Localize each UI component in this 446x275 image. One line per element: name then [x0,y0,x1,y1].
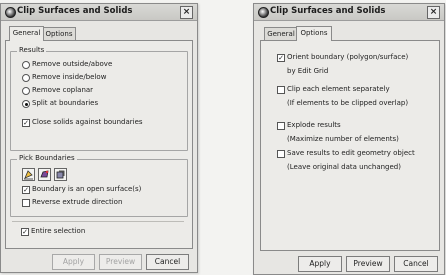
checkbox-label: Explode results [287,121,341,129]
dialog-title: Clip Surfaces and Solids [17,6,133,16]
option-subtext: by Edit Grid [287,67,329,75]
checkbox-label: Reverse extrude direction [32,198,123,206]
close-button[interactable]: × [427,6,440,19]
separator [12,221,184,222]
checkbox-label: Orient boundary (polygon/surface) [287,53,409,61]
checkbox-label: Close solids against boundaries [32,118,143,126]
options-panel: ✓ Orient boundary (polygon/surface) by E… [260,40,440,251]
results-group: Results Remove outside/above Remove insi… [10,46,188,151]
clip-dialog-general: Clip Surfaces and Solids × General Optio… [0,3,198,273]
checkbox-label: Entire selection [31,227,86,235]
title-bar[interactable]: Clip Surfaces and Solids × [254,4,444,21]
preview-button[interactable]: Preview [346,256,390,272]
tab-options[interactable]: Options [42,27,76,41]
preview-button[interactable]: Preview [99,254,142,270]
checkbox[interactable]: ✓ [22,186,30,194]
pick-surface-icon[interactable] [22,168,35,181]
cancel-button[interactable]: Cancel [146,254,189,270]
checkbox[interactable] [277,150,285,158]
pick-solid-icon[interactable] [38,168,51,181]
radio-button[interactable] [22,87,30,95]
checkbox[interactable] [277,86,285,94]
close-button[interactable]: × [180,6,193,19]
title-bar[interactable]: Clip Surfaces and Solids × [1,4,197,21]
radio-button[interactable] [22,74,30,82]
tab-general[interactable]: General [264,27,298,41]
checkbox-label: Clip each element separately [287,85,390,93]
option-subtext: (If elements to be clipped overlap) [287,99,409,107]
option-subtext: (Maximize number of elements) [287,135,399,143]
radio-label: Split at boundaries [32,99,99,107]
checkbox-label: Save results to edit geometry object [287,149,415,157]
radio-label: Remove inside/below [32,73,107,81]
checkbox[interactable]: ✓ [22,119,30,127]
radio-button-selected[interactable] [22,100,30,108]
checkbox[interactable]: ✓ [277,54,285,62]
checkbox[interactable]: ✓ [21,228,29,236]
pick-group-title: Pick Boundaries [17,154,77,162]
pick-polygon-icon[interactable] [54,168,67,181]
app-globe-icon [5,7,16,18]
general-panel: Results Remove outside/above Remove insi… [5,40,193,249]
pick-boundaries-group: Pick Boundaries ✓ Boundary is an open su… [10,154,188,217]
checkbox[interactable] [22,199,30,207]
radio-button[interactable] [22,61,30,69]
app-globe-icon [258,7,269,18]
option-subtext: (Leave original data unchanged) [287,163,401,171]
apply-button[interactable]: Apply [298,256,342,272]
checkbox[interactable] [277,122,285,130]
checkbox-label: Boundary is an open surface(s) [32,185,142,193]
results-group-title: Results [17,46,47,54]
tab-general[interactable]: General [9,26,44,41]
apply-button[interactable]: Apply [52,254,95,270]
cancel-button[interactable]: Cancel [394,256,438,272]
tab-options[interactable]: Options [296,26,332,41]
radio-label: Remove coplanar [32,86,94,94]
clip-dialog-options: Clip Surfaces and Solids × General Optio… [253,3,445,275]
dialog-title: Clip Surfaces and Solids [270,6,386,16]
radio-label: Remove outside/above [32,60,113,68]
